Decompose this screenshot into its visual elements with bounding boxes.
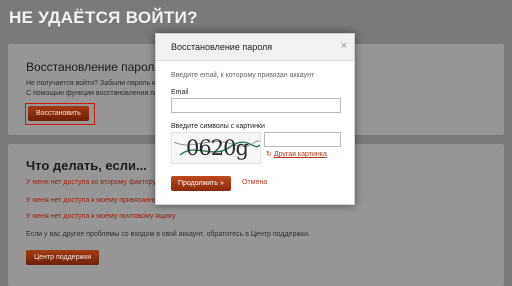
support-center-button[interactable]: Центр поддержки <box>26 250 100 265</box>
captcha-field[interactable] <box>264 132 341 147</box>
captcha-image: 0620g <box>171 132 261 164</box>
help-link-linked-phone[interactable]: У меня нет доступа к моему привязанном <box>26 197 162 204</box>
restore-card-text-2: С помощью функции восстановления па <box>26 90 158 97</box>
cancel-link[interactable]: Отмена <box>242 179 267 186</box>
refresh-captcha-label: Другая картинка <box>273 151 327 158</box>
restore-button[interactable]: Восстановить <box>28 106 89 121</box>
email-label: Email <box>171 89 189 96</box>
restore-card-title: Восстановление пароля <box>26 60 161 74</box>
email-field[interactable] <box>171 98 341 113</box>
help-card-title: Что делать, если... <box>26 158 147 173</box>
modal-title: Восстановление пароля <box>171 42 273 52</box>
close-icon[interactable]: × <box>341 40 347 52</box>
modal-intro-text: Введите email, к которому привязан аккау… <box>171 72 315 79</box>
modal-header: Восстановление пароля × <box>156 34 354 61</box>
captcha-text: 0620g <box>186 136 249 160</box>
restore-password-modal: Восстановление пароля × Введите email, к… <box>155 33 355 205</box>
captcha-label: Введите символы с картинки <box>171 123 265 130</box>
page-title: НЕ УДАЁТСЯ ВОЙТИ? <box>9 8 198 27</box>
continue-button[interactable]: Продолжить » <box>171 176 231 191</box>
help-link-mailbox[interactable]: У меня нет доступа к моему почтовому ящи… <box>26 213 175 220</box>
refresh-icon: ↻ <box>266 151 272 158</box>
refresh-captcha-link[interactable]: ↻ Другая картинка <box>266 150 327 158</box>
restore-card-text-1: Не получается войти? Забыли пароль к а <box>26 80 161 87</box>
help-card-note: Если у вас другие проблемы со входом в с… <box>26 231 310 238</box>
help-link-second-factor[interactable]: У меня нет доступа ко второму фактору з <box>26 179 161 186</box>
